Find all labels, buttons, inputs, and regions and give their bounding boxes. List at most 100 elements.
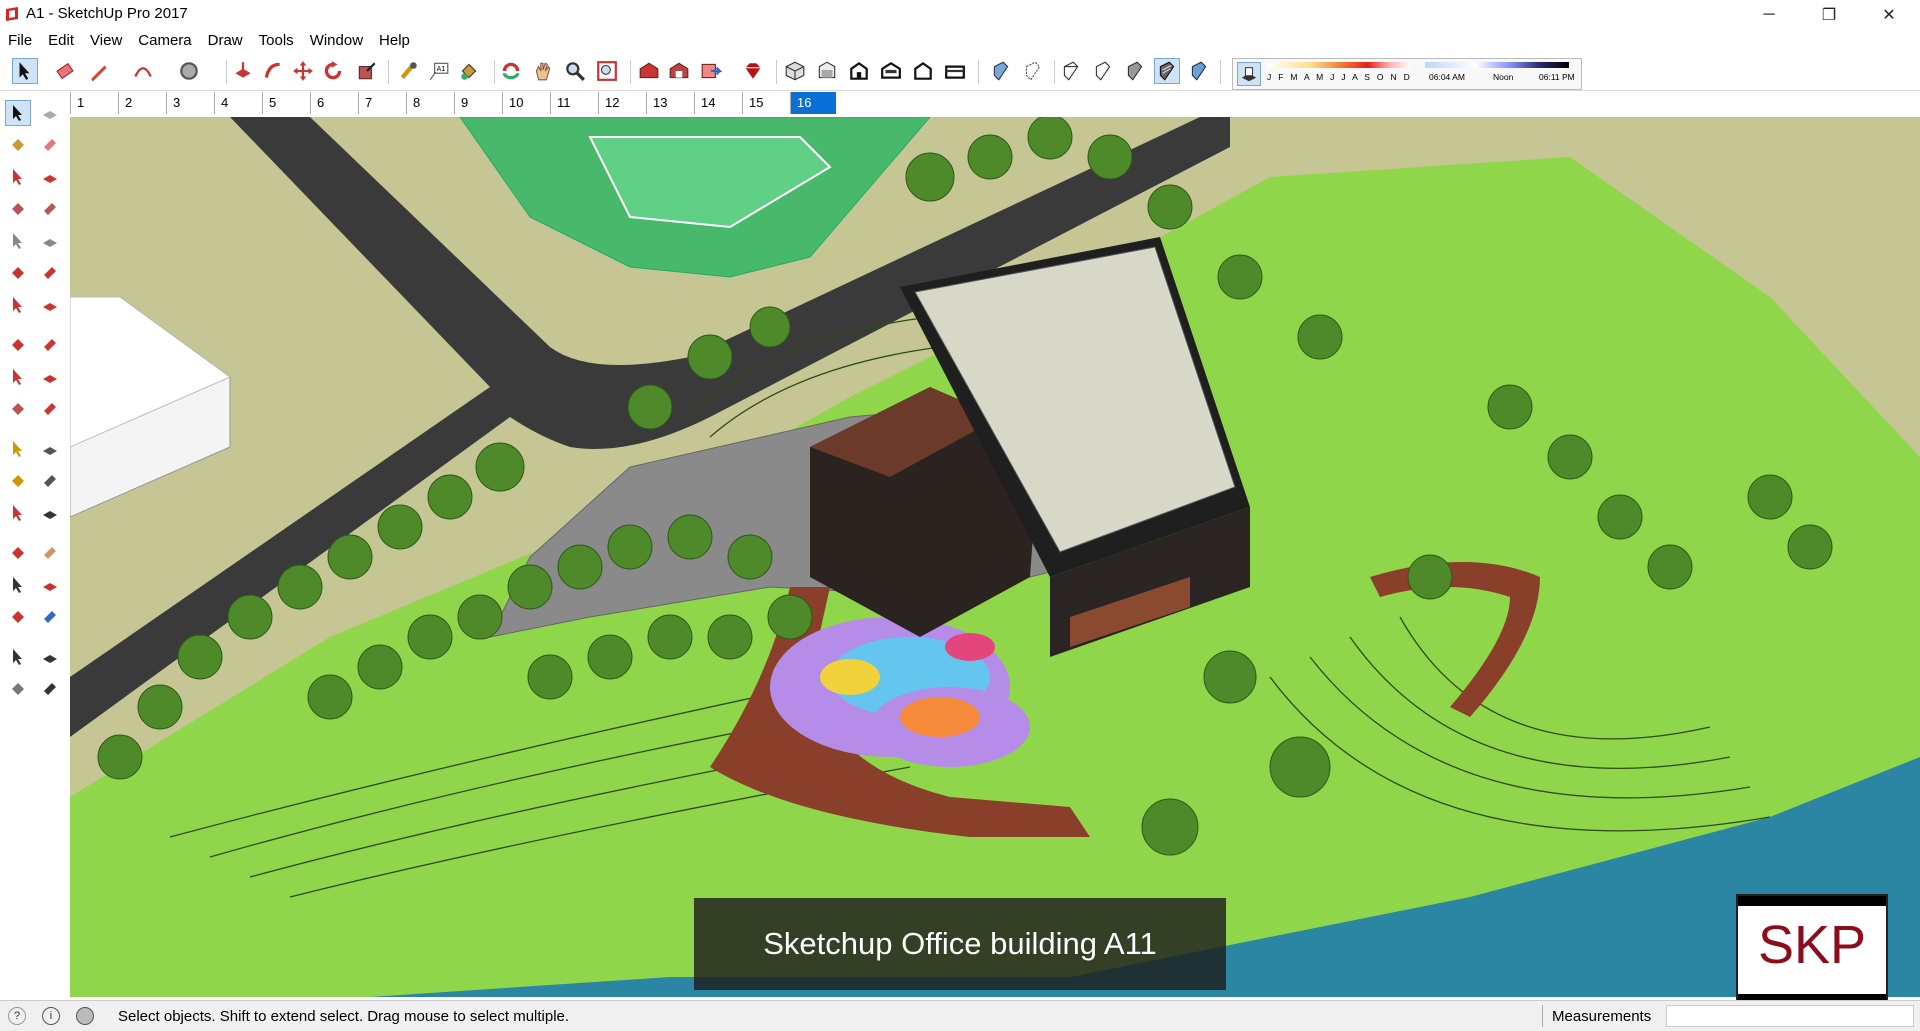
restore-button[interactable]: ❐ [1806, 0, 1852, 30]
move-tool-button[interactable] [290, 58, 316, 84]
scene-tab-active[interactable]: 16 [790, 92, 836, 114]
ruby-console-button[interactable] [740, 58, 766, 84]
axes-tool-button[interactable] [5, 500, 31, 526]
scene-tab[interactable]: 4 [214, 92, 260, 114]
tape-measure-tool-button[interactable] [396, 58, 422, 84]
scene-tab[interactable]: 6 [310, 92, 356, 114]
wireframe-button[interactable] [1058, 58, 1084, 84]
section-plane-tool-button[interactable] [37, 676, 63, 702]
back-view-button[interactable] [910, 58, 936, 84]
model-viewport[interactable] [70, 117, 1920, 997]
freehand-tool-button[interactable] [37, 164, 63, 190]
scene-tab[interactable]: 9 [454, 92, 500, 114]
text-tool-button[interactable] [37, 468, 63, 494]
three-point-arc-tool-button[interactable] [37, 292, 63, 318]
left-view-button[interactable] [942, 58, 968, 84]
position-camera-tool-button[interactable] [5, 644, 31, 670]
shadow-date-slider[interactable] [1267, 62, 1411, 68]
monochrome-button[interactable] [1186, 58, 1212, 84]
two-point-arc-tool-button[interactable] [37, 260, 63, 286]
warehouse-button[interactable] [636, 58, 662, 84]
scene-tab[interactable]: 8 [406, 92, 452, 114]
push-pull-tool-button[interactable] [230, 58, 256, 84]
walk-tool-button[interactable] [5, 676, 31, 702]
hidden-line-button[interactable] [1090, 58, 1116, 84]
scene-tab[interactable]: 1 [70, 92, 116, 114]
shadows-toggle-button[interactable] [1237, 62, 1261, 86]
component-tool-button[interactable] [37, 100, 63, 126]
menu-help[interactable]: Help [371, 30, 418, 52]
3d-text-tool-button[interactable] [37, 500, 63, 526]
line-tool-button[interactable] [5, 164, 31, 190]
menu-draw[interactable]: Draw [200, 30, 251, 52]
shaded-button[interactable] [1122, 58, 1148, 84]
scale-tool-button[interactable] [5, 396, 31, 422]
zoom-tool-button[interactable] [5, 572, 31, 598]
credits-icon[interactable]: i [42, 1007, 60, 1025]
rotate-tool-button[interactable] [5, 364, 31, 390]
menu-window[interactable]: Window [302, 30, 371, 52]
shadow-time-slider[interactable] [1425, 62, 1569, 68]
tape-measure-tool-button[interactable] [5, 436, 31, 462]
top-view-button[interactable] [814, 58, 840, 84]
menu-edit[interactable]: Edit [40, 30, 82, 52]
scene-tab[interactable]: 11 [550, 92, 596, 114]
offset-tool-button[interactable] [37, 396, 63, 422]
xray-button[interactable] [988, 58, 1014, 84]
pie-tool-button[interactable] [5, 292, 31, 318]
scene-tab[interactable]: 7 [358, 92, 404, 114]
arc-tool-button[interactable] [5, 260, 31, 286]
menu-camera[interactable]: Camera [130, 30, 199, 52]
back-edges-button[interactable] [1020, 58, 1046, 84]
scene-tab[interactable]: 10 [502, 92, 548, 114]
follow-me-tool-button[interactable] [37, 364, 63, 390]
move-tool-button[interactable] [5, 332, 31, 358]
scene-tab[interactable]: 12 [598, 92, 644, 114]
eraser-tool-button[interactable] [52, 58, 78, 84]
user-account-icon[interactable] [76, 1007, 94, 1025]
front-view-button[interactable] [846, 58, 872, 84]
scene-tab[interactable]: 5 [262, 92, 308, 114]
select-tool-button[interactable] [5, 100, 31, 126]
dimension-tool-button[interactable] [37, 436, 63, 462]
right-view-button[interactable] [878, 58, 904, 84]
scene-tab[interactable]: 14 [694, 92, 740, 114]
menu-view[interactable]: View [82, 30, 130, 52]
zoom-extents-tool-button[interactable] [5, 604, 31, 630]
paint-bucket-tool-button[interactable] [456, 58, 482, 84]
zoom-window-tool-button[interactable] [37, 572, 63, 598]
paint-bucket-tool-button[interactable] [5, 132, 31, 158]
orbit-tool-button[interactable] [498, 58, 524, 84]
rectangle-tool-button[interactable] [5, 196, 31, 222]
iso-view-button[interactable] [782, 58, 808, 84]
scene-tab[interactable]: 2 [118, 92, 164, 114]
rotated-rectangle-tool-button[interactable] [37, 196, 63, 222]
close-window-button[interactable]: ✕ [1866, 0, 1912, 30]
scene-tab[interactable]: 15 [742, 92, 788, 114]
scene-tab[interactable]: 3 [166, 92, 212, 114]
eraser-tool-button[interactable] [37, 132, 63, 158]
push-pull-tool-button[interactable] [37, 332, 63, 358]
zoom-tool-button[interactable] [562, 58, 588, 84]
previous-view-tool-button[interactable] [37, 604, 63, 630]
select-tool-button[interactable] [12, 58, 38, 84]
geo-location-icon[interactable]: ? [8, 1007, 26, 1025]
circle-tool-button[interactable] [5, 228, 31, 254]
menu-tools[interactable]: Tools [251, 30, 302, 52]
menu-file[interactable]: File [0, 30, 40, 52]
orbit-tool-button[interactable] [5, 540, 31, 566]
rotate-tool-button[interactable] [320, 58, 346, 84]
pan-tool-button[interactable] [37, 540, 63, 566]
scale-tool-button[interactable] [354, 58, 380, 84]
arc-tool-button[interactable] [130, 58, 156, 84]
send-to-layout-button[interactable] [698, 58, 724, 84]
pencil-tool-button[interactable] [86, 58, 112, 84]
zoom-extents-tool-button[interactable] [594, 58, 620, 84]
measurements-input[interactable] [1666, 1005, 1914, 1027]
scene-tab[interactable]: 13 [646, 92, 692, 114]
shaded-textures-button[interactable] [1154, 58, 1180, 84]
extension-warehouse-button[interactable] [666, 58, 692, 84]
follow-me-tool-button[interactable] [260, 58, 286, 84]
minimize-button[interactable]: ─ [1746, 0, 1792, 30]
pan-tool-button[interactable] [530, 58, 556, 84]
